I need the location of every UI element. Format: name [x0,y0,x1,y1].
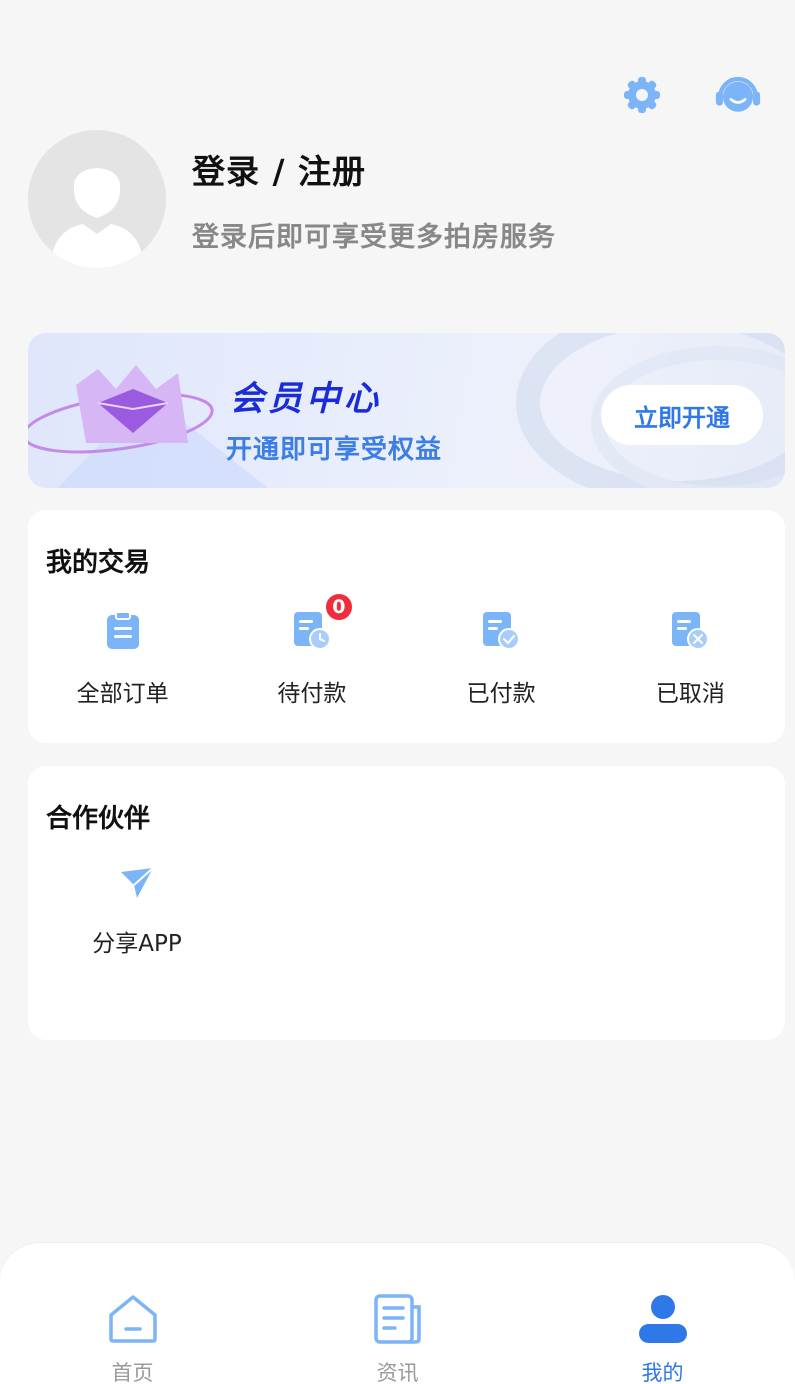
profile-section[interactable]: 登录 / 注册 登录后即可享受更多拍房服务 [28,130,556,268]
vip-center-banner[interactable]: 会员中心 开通即可享受权益 立即开通 [28,333,785,488]
partner-card: 合作伙伴 分享APP [28,766,785,1040]
tab-news-label: 资讯 [376,1361,419,1384]
tab-home[interactable]: 首页 [0,1243,265,1384]
gear-icon[interactable] [619,72,665,118]
all-orders-label: 全部订单 [76,681,169,707]
login-register-link[interactable]: 登录 / 注册 [192,145,556,193]
paper-plane-icon [119,866,155,904]
tab-mine-label: 我的 [641,1361,684,1384]
headset-icon[interactable] [715,72,761,118]
pending-payment-icon: 0 [292,592,354,650]
pending-count-badge: 0 [323,592,354,622]
user-icon [637,1293,689,1349]
cancelled-label: 已取消 [655,681,725,707]
tab-news[interactable]: 资讯 [265,1243,530,1384]
avatar[interactable] [28,130,166,268]
partner-title: 合作伙伴 [46,804,151,834]
share-app-item[interactable]: 分享APP [78,866,196,958]
news-icon [373,1293,423,1349]
vip-title: 会员中心 [230,379,382,419]
bottom-tab-bar: 首页 资讯 我的 [0,1242,795,1384]
tab-home-label: 首页 [111,1361,154,1384]
share-app-label: 分享APP [92,931,182,957]
header-actions [619,72,761,118]
tab-mine[interactable]: 我的 [530,1243,795,1384]
paid-icon [481,610,521,650]
pending-payment-label: 待付款 [277,681,347,707]
paid-item[interactable]: 已付款 [407,610,596,708]
activate-now-button[interactable]: 立即开通 [601,385,763,445]
pending-payment-item[interactable]: 0 待付款 [217,592,406,708]
cancelled-icon [670,610,710,650]
all-orders-item[interactable]: 全部订单 [28,610,217,708]
my-trade-card: 我的交易 全部订单 0 待付款 已付款 已取消 [28,510,785,743]
home-icon [107,1293,159,1349]
paid-label: 已付款 [466,681,536,707]
vip-subtitle: 开通即可享受权益 [226,435,443,465]
login-hint: 登录后即可享受更多拍房服务 [192,221,556,253]
clipboard-icon [103,610,143,650]
cancelled-item[interactable]: 已取消 [596,610,785,708]
my-trade-title: 我的交易 [46,548,151,578]
